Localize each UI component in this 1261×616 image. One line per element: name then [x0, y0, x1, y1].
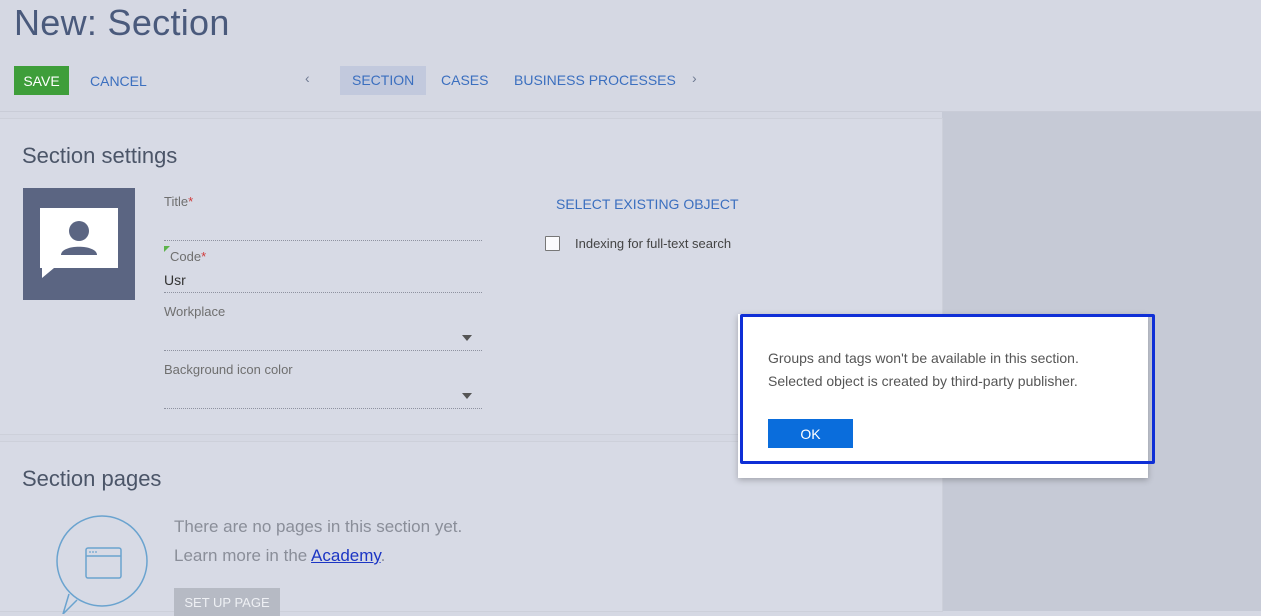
code-field[interactable]: Usr	[164, 272, 186, 288]
chevron-down-icon[interactable]	[462, 393, 472, 399]
section-image[interactable]	[23, 188, 135, 300]
tab-section[interactable]: SECTION	[340, 66, 427, 95]
background-icon-color-label: Background icon color	[164, 362, 293, 377]
code-label: Code*	[170, 249, 207, 264]
academy-link[interactable]: Academy	[311, 546, 381, 565]
chevron-down-icon[interactable]	[462, 335, 472, 341]
user-chat-icon	[40, 208, 118, 278]
chevron-left-icon[interactable]: ‹	[305, 70, 310, 86]
tab-cases[interactable]: CASES	[429, 66, 500, 95]
academy-hint: Learn more in the Academy.	[174, 546, 386, 565]
indexing-checkbox[interactable]	[545, 236, 560, 251]
select-existing-object-button[interactable]: SELECT EXISTING OBJECT	[556, 196, 739, 212]
empty-state-text: There are no pages in this section yet.	[174, 517, 463, 536]
section-settings-heading: Section settings	[22, 143, 178, 168]
save-button[interactable]: SAVE	[14, 66, 69, 95]
workplace-label: Workplace	[164, 304, 226, 319]
background-icon-color-field[interactable]	[164, 408, 482, 409]
ok-button[interactable]: OK	[768, 419, 853, 448]
tab-business-processes[interactable]: BUSINESS PROCESSES	[502, 66, 688, 95]
dialog-message-line1: Groups and tags won't be available in th…	[768, 350, 1079, 366]
section-pages-heading: Section pages	[22, 466, 162, 491]
info-dialog: Groups and tags won't be available in th…	[738, 314, 1148, 478]
code-field-underline	[164, 292, 482, 293]
chevron-right-icon[interactable]: ›	[692, 70, 697, 86]
indexing-label: Indexing for full-text search	[575, 236, 732, 251]
workplace-field[interactable]	[164, 350, 482, 351]
dialog-message-line2: Selected object is created by third-part…	[768, 373, 1078, 389]
title-label: Title*	[164, 194, 194, 209]
title-field[interactable]	[164, 240, 482, 241]
set-up-page-button[interactable]: SET UP PAGE	[174, 588, 280, 616]
browser-window-chat-icon	[56, 515, 148, 614]
page-title: New: Section	[14, 2, 230, 43]
cancel-button[interactable]: CANCEL	[90, 73, 147, 89]
